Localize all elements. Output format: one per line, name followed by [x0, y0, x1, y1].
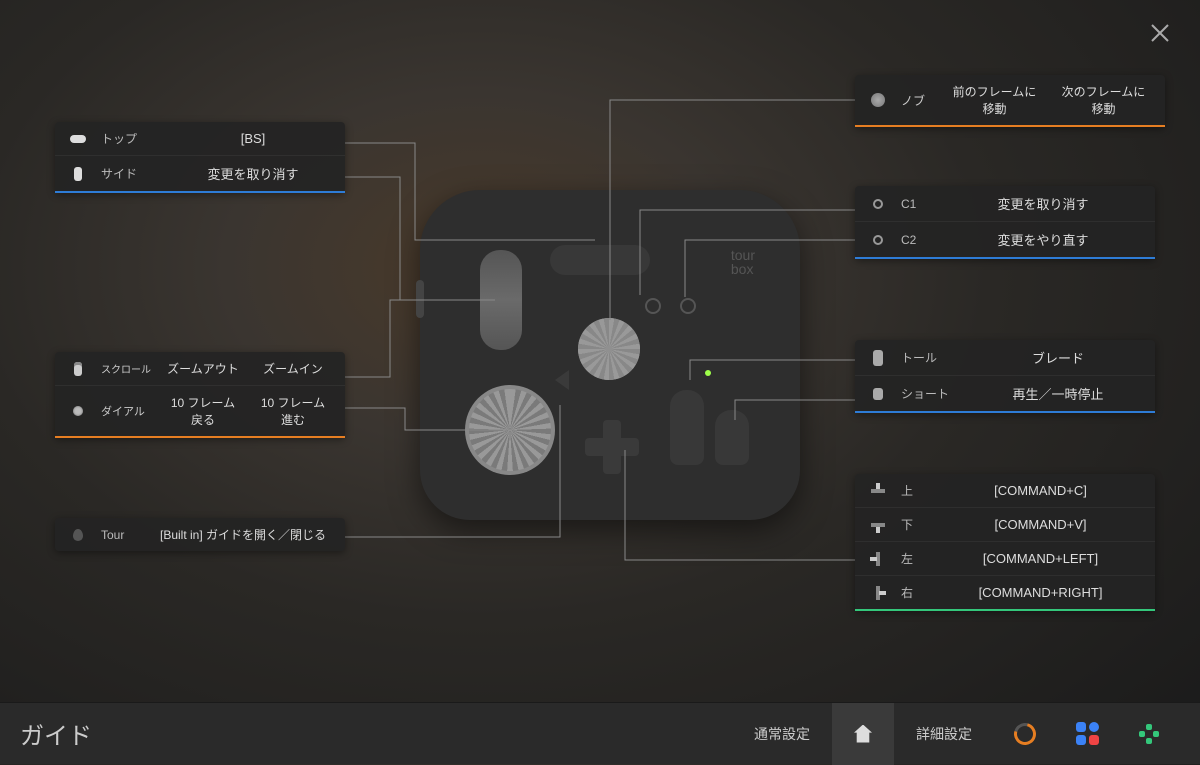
- led-indicator: [705, 370, 711, 376]
- squares-button[interactable]: [1056, 722, 1118, 745]
- tab-detail-settings[interactable]: 詳細設定: [894, 703, 994, 765]
- row-knob[interactable]: ノブ 前のフレームに移動 次のフレームに移動: [855, 75, 1165, 125]
- side-arrow-graphic: [555, 370, 569, 390]
- right-action: [COMMAND+RIGHT]: [940, 585, 1141, 600]
- row-side[interactable]: サイド 変更を取り消す: [55, 155, 345, 191]
- circle-icon: [873, 199, 883, 209]
- dpad-left-icon: [871, 552, 885, 566]
- panel-knob: ノブ 前のフレームに移動 次のフレームに移動: [855, 75, 1165, 127]
- dpad-right-icon: [871, 586, 885, 600]
- left-action: [COMMAND+LEFT]: [940, 551, 1141, 566]
- panel-dpad: 上 [COMMAND+C] 下 [COMMAND+V] 左 [COMMAND+L…: [855, 474, 1155, 611]
- close-button[interactable]: [1145, 18, 1175, 48]
- home-button[interactable]: [832, 703, 894, 765]
- down-label: 下: [901, 516, 926, 533]
- down-action: [COMMAND+V]: [940, 517, 1141, 532]
- panel-c-buttons: C1 変更を取り消す C2 変更をやり直す: [855, 186, 1155, 259]
- close-icon: [1148, 21, 1172, 45]
- ring-button[interactable]: [994, 723, 1056, 745]
- dpad-down-icon: [871, 518, 885, 532]
- short-action: 再生／一時停止: [975, 384, 1141, 403]
- scroll-icon: [74, 362, 82, 376]
- row-tour[interactable]: Tour [Built in] ガイドを開く／閉じる: [55, 518, 345, 551]
- row-top[interactable]: トップ [BS]: [55, 122, 345, 155]
- home-icon: [854, 725, 872, 743]
- row-short[interactable]: ショート 再生／一時停止: [855, 375, 1155, 411]
- left-label: 左: [901, 550, 926, 567]
- short-button-graphic: [715, 410, 749, 465]
- scroll-label: スクロール: [101, 361, 151, 376]
- tall-button-graphic: [670, 390, 704, 465]
- short-label: ショート: [901, 385, 961, 402]
- row-tall[interactable]: トール ブレード: [855, 340, 1155, 375]
- right-label: 右: [901, 584, 926, 601]
- pill-v-icon: [74, 167, 82, 181]
- row-c2[interactable]: C2 変更をやり直す: [855, 221, 1155, 257]
- c1-graphic: [645, 298, 661, 314]
- device-logo: tourbox: [731, 248, 755, 276]
- c2-action: 変更をやり直す: [945, 230, 1141, 249]
- row-left[interactable]: 左 [COMMAND+LEFT]: [855, 541, 1155, 575]
- tall-label: トール: [901, 349, 961, 366]
- device-illustration: tourbox: [420, 190, 800, 520]
- knob-label: ノブ: [901, 92, 933, 109]
- knob-icon: [871, 93, 885, 107]
- c1-action: 変更を取り消す: [945, 194, 1141, 213]
- scroll-wheel-graphic: [480, 250, 522, 350]
- row-right[interactable]: 右 [COMMAND+RIGHT]: [855, 575, 1155, 609]
- panel-tall-short: トール ブレード ショート 再生／一時停止: [855, 340, 1155, 413]
- row-up[interactable]: 上 [COMMAND+C]: [855, 474, 1155, 507]
- c2-graphic: [680, 298, 696, 314]
- tab-normal-settings[interactable]: 通常設定: [732, 703, 832, 765]
- drop-icon: [73, 529, 83, 541]
- bottom-bar: ガイド 通常設定 詳細設定: [0, 702, 1200, 764]
- knob-action-right: 次のフレームに移動: [1056, 83, 1151, 117]
- top-label: トップ: [101, 130, 161, 147]
- c2-label: C2: [901, 233, 931, 247]
- row-c1[interactable]: C1 変更を取り消す: [855, 186, 1155, 221]
- page-title: ガイド: [20, 716, 732, 751]
- dial-label: ダイアル: [101, 403, 151, 419]
- ring-icon: [1010, 718, 1040, 748]
- dial-left: 10 フレーム戻る: [165, 394, 241, 428]
- dpad-up-icon: [871, 484, 885, 498]
- dpad-mode-button[interactable]: [1118, 724, 1180, 744]
- pill-icon: [70, 135, 86, 143]
- scroll-right: ズームイン: [255, 360, 331, 377]
- c1-label: C1: [901, 197, 931, 211]
- circle-icon: [873, 235, 883, 245]
- squares-icon: [1076, 722, 1099, 745]
- top-action: [BS]: [175, 131, 331, 146]
- panel-tour: Tour [Built in] ガイドを開く／閉じる: [55, 518, 345, 551]
- tall-action: ブレード: [975, 348, 1141, 367]
- tall-icon: [873, 350, 883, 366]
- side-action: 変更を取り消す: [175, 164, 331, 183]
- panel-top-side: トップ [BS] サイド 変更を取り消す: [55, 122, 345, 193]
- scroll-left: ズームアウト: [165, 360, 241, 377]
- tour-action: [Built in] ガイドを開く／閉じる: [155, 526, 331, 543]
- row-scroll[interactable]: スクロール ズームアウト ズームイン: [55, 352, 345, 385]
- row-dial[interactable]: ダイアル 10 フレーム戻る 10 フレーム進む: [55, 385, 345, 436]
- up-label: 上: [901, 482, 926, 499]
- tour-label: Tour: [101, 528, 141, 542]
- dpad-graphic: [585, 420, 639, 474]
- dial-icon: [73, 406, 83, 416]
- up-action: [COMMAND+C]: [940, 483, 1141, 498]
- top-button-graphic: [550, 245, 650, 275]
- dial-right: 10 フレーム進む: [255, 394, 331, 428]
- side-label: サイド: [101, 165, 161, 182]
- dpad-mode-icon: [1139, 724, 1159, 744]
- panel-scroll-dial: スクロール ズームアウト ズームイン ダイアル 10 フレーム戻る 10 フレー…: [55, 352, 345, 438]
- short-icon: [873, 388, 883, 400]
- row-down[interactable]: 下 [COMMAND+V]: [855, 507, 1155, 541]
- knob-graphic: [578, 318, 640, 380]
- dial-graphic: [465, 385, 555, 475]
- knob-action-left: 前のフレームに移動: [947, 83, 1042, 117]
